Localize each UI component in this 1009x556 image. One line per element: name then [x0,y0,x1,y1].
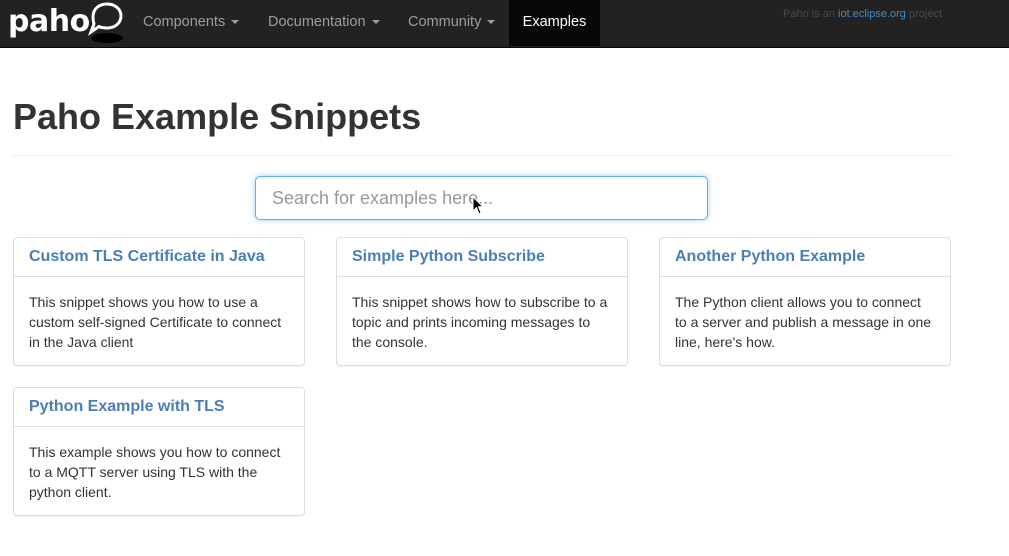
mouse-cursor-icon [472,196,484,215]
card-title-link[interactable]: Custom TLS Certificate in Java [29,248,265,265]
title-divider [13,155,953,156]
caret-down-icon [371,20,380,25]
nav-examples-label: Examples [522,14,587,30]
card-description: The Python client allows you to connect … [675,294,932,350]
example-card: Another Python Example The Python client… [659,237,951,366]
example-card: Custom TLS Certificate in Java This snip… [13,237,305,366]
caret-down-icon [231,20,240,25]
card-title-link[interactable]: Simple Python Subscribe [352,248,545,265]
card-description: This example shows you how to connect to… [29,444,281,500]
nav-components-label: Components [143,14,226,30]
nav-documentation[interactable]: Documentation [268,0,380,46]
speech-bubble-icon [87,2,123,43]
nav-community-label: Community [408,14,482,30]
nav-components[interactable]: Components [143,0,240,46]
card-title-link[interactable]: Another Python Example [675,248,865,265]
paho-logo[interactable]: paho [7,0,125,46]
caret-down-icon [487,20,496,25]
project-note: Paho is an iot.eclipse.org project [783,8,942,20]
project-note-suffix: project [905,8,942,20]
example-card: Python Example with TLS This example sho… [13,387,305,516]
project-note-prefix: Paho is an [783,8,839,20]
card-title-link[interactable]: Python Example with TLS [29,398,225,415]
nav-documentation-label: Documentation [268,14,366,30]
nav-community[interactable]: Community [408,0,496,46]
card-header: Simple Python Subscribe [337,238,627,277]
brand-name: paho [8,4,90,39]
example-card: Simple Python Subscribe This snippet sho… [336,237,628,366]
eclipse-link[interactable]: iot.eclipse.org [838,8,906,20]
card-description: This snippet shows how to subscribe to a… [352,294,608,350]
card-header: Another Python Example [660,238,950,277]
nav-examples[interactable]: Examples [509,0,600,46]
card-description: This snippet shows you how to use a cust… [29,294,282,350]
card-header: Python Example with TLS [14,388,304,427]
page-title: Paho Example Snippets [13,96,422,137]
top-navbar: paho Components Documentation Community … [0,0,1009,48]
card-header: Custom TLS Certificate in Java [14,238,304,277]
